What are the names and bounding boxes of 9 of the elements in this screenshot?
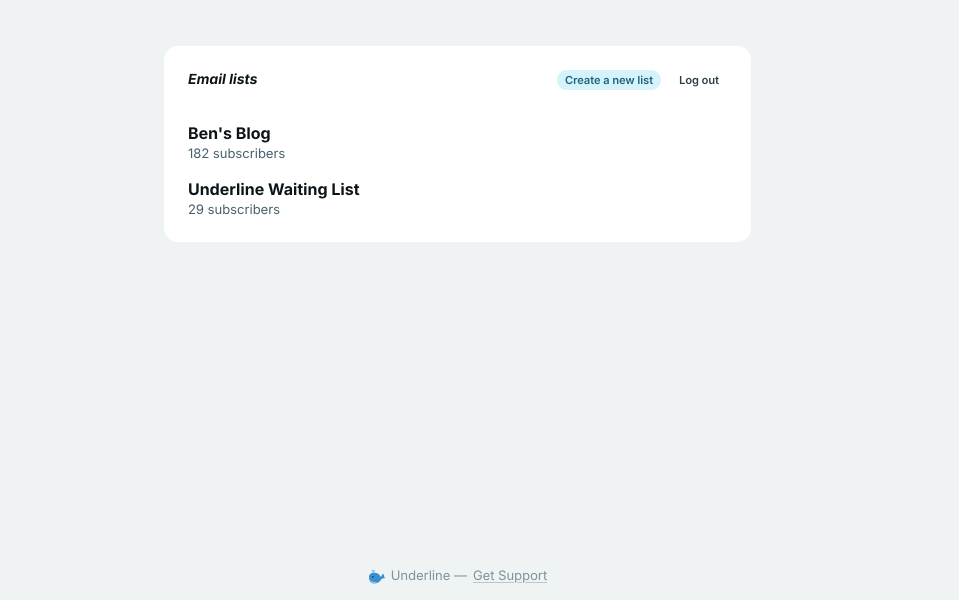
page-title: Email lists (188, 70, 258, 90)
create-list-button[interactable]: Create a new list (557, 70, 662, 90)
brand-text: Underline — (390, 566, 467, 586)
list-name-link[interactable]: Underline Waiting List (188, 179, 360, 199)
subscriber-count: 182 subscribers (188, 145, 286, 164)
whale-icon (368, 568, 385, 584)
subscriber-count: 29 subscribers (188, 201, 280, 220)
list-name-link[interactable]: Ben's Blog (188, 123, 271, 143)
logout-button[interactable]: Log out (671, 70, 727, 90)
